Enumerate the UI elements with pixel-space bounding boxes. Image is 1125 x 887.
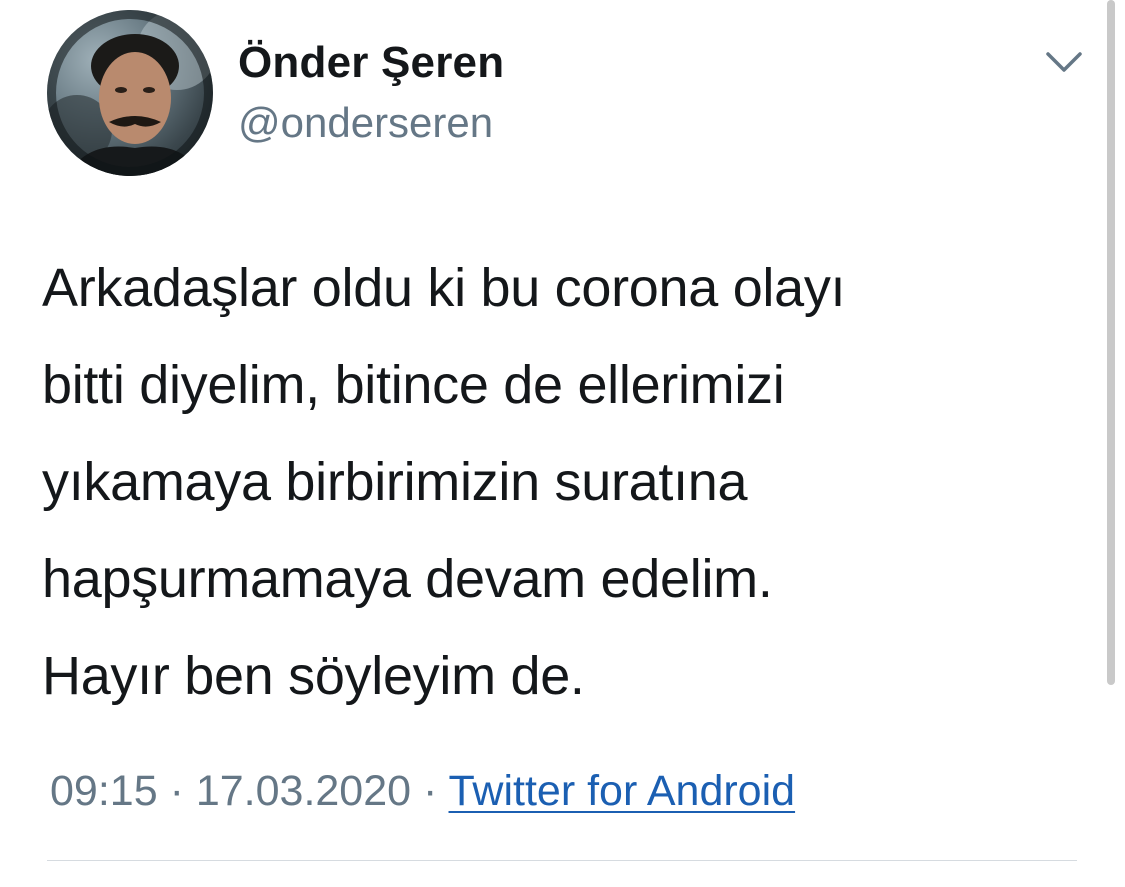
tweet-time: 09:15	[50, 767, 158, 815]
tweet-source-link[interactable]: Twitter for Android	[449, 767, 796, 815]
scrollbar[interactable]	[1107, 0, 1115, 685]
tweet-meta: 09:15 · 17.03.2020 · Twitter for Android	[50, 767, 795, 816]
divider	[47, 860, 1077, 861]
author-display-name[interactable]: Önder Şeren	[238, 38, 504, 88]
tweet-text: Arkadaşlar oldu ki bu corona olayı bitti…	[42, 258, 846, 706]
tweet-date: 17.03.2020	[195, 767, 412, 815]
meta-separator: ·	[169, 767, 184, 815]
chevron-down-icon[interactable]	[1044, 46, 1084, 78]
author-handle[interactable]: @onderseren	[238, 99, 493, 147]
meta-separator: ·	[423, 767, 438, 815]
avatar-image	[47, 10, 213, 176]
avatar[interactable]	[47, 10, 213, 176]
tweet-card: Önder Şeren @onderseren Arkadaşlar oldu …	[0, 0, 1125, 887]
